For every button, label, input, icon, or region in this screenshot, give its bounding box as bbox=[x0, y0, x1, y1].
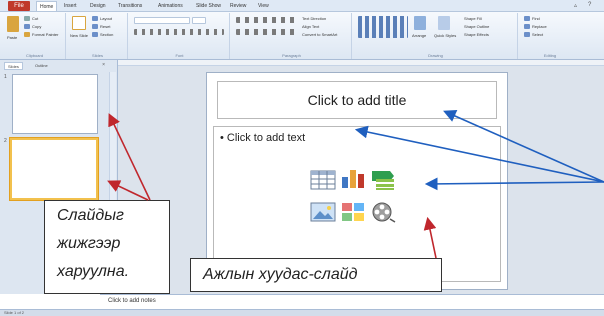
arrow-to-slide bbox=[423, 216, 437, 259]
arrow-to-thumbnail-1 bbox=[108, 113, 151, 201]
arrow-to-title bbox=[443, 110, 604, 183]
annotation-arrows bbox=[107, 110, 604, 259]
arrow-to-text bbox=[354, 125, 604, 183]
arrow-to-icons bbox=[424, 177, 604, 191]
